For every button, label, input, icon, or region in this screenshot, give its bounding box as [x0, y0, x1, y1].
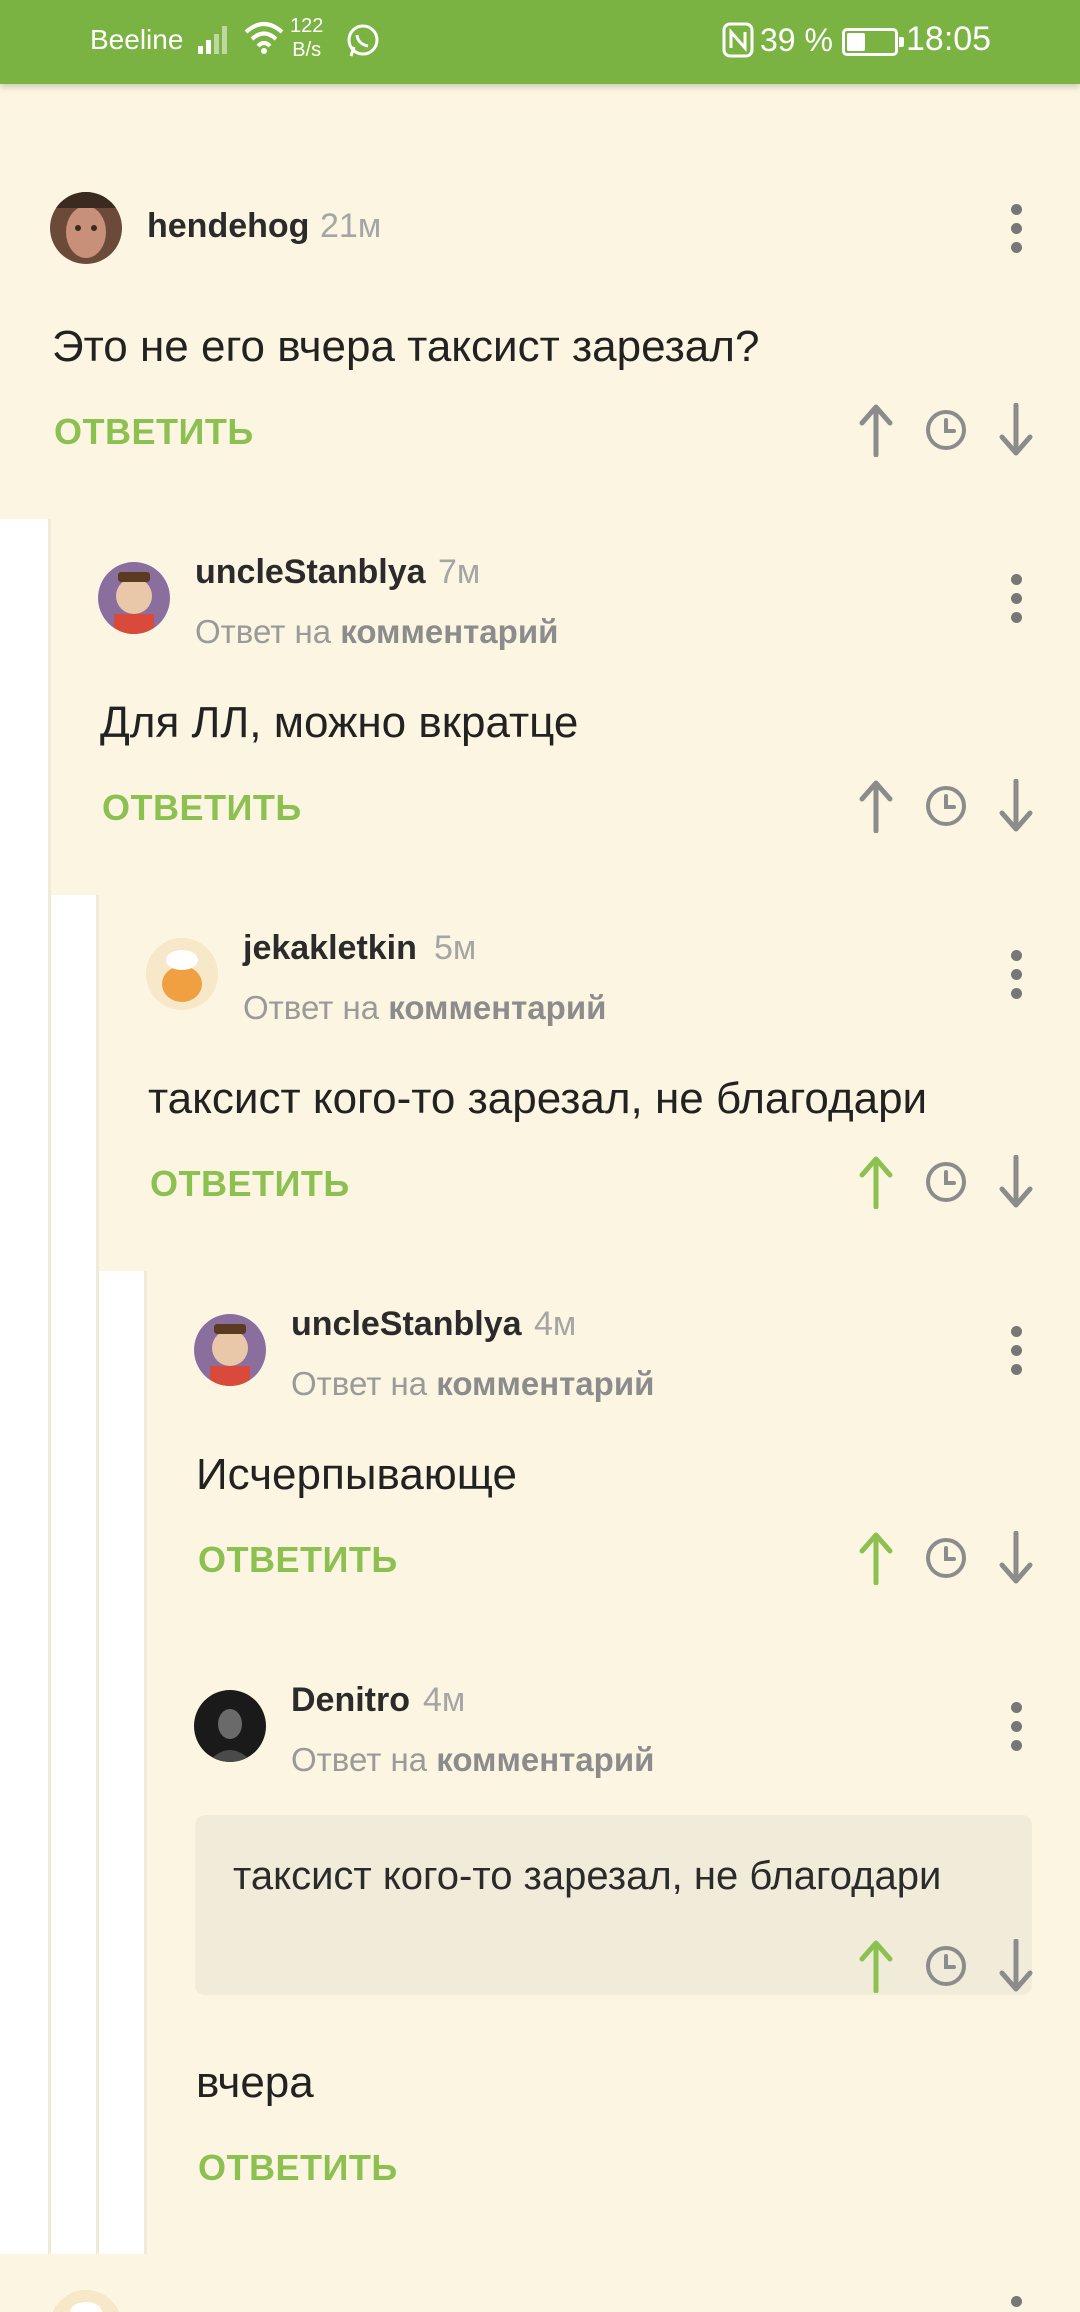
- comment-time: 21м: [320, 207, 382, 245]
- comment-author[interactable]: hendehog: [147, 207, 309, 246]
- reply-to-label: Ответ на комментарий: [243, 989, 607, 1026]
- more-options-icon[interactable]: [1011, 574, 1023, 631]
- reply-button[interactable]: ОТВЕТИТЬ: [198, 1539, 398, 1581]
- cartoon-avatar: [194, 1314, 266, 1386]
- comment-body: Исчерпывающе: [196, 1450, 517, 1499]
- upvote-icon[interactable]: [856, 403, 896, 457]
- reply-to-link[interactable]: комментарий: [388, 989, 606, 1026]
- comment-bg-level-0: [0, 84, 1080, 519]
- clock-icon[interactable]: [924, 1944, 968, 1988]
- comment-body: таксист кого-то зарезал, не благодари: [148, 1074, 928, 1123]
- more-options-icon[interactable]: [1011, 1326, 1023, 1383]
- more-options-icon[interactable]: [1011, 2296, 1023, 2312]
- comment-bg-next: [0, 2254, 1080, 2312]
- clock-icon[interactable]: [924, 408, 968, 452]
- downvote-icon[interactable]: [996, 1155, 1036, 1209]
- upvote-icon[interactable]: [856, 1155, 896, 1209]
- comment-body: вчера: [196, 2058, 314, 2107]
- reply-button[interactable]: ОТВЕТИТЬ: [150, 1163, 350, 1205]
- upvote-icon[interactable]: [856, 1531, 896, 1585]
- comment-author[interactable]: Denitro: [291, 1681, 410, 1720]
- avatar[interactable]: [98, 562, 170, 634]
- whatsapp-icon: [347, 24, 379, 57]
- downvote-icon[interactable]: [996, 1939, 1036, 1993]
- upvote-icon[interactable]: [856, 779, 896, 833]
- comment-author[interactable]: uncleStanblya: [195, 553, 426, 592]
- clock-icon[interactable]: [924, 1536, 968, 1580]
- reply-to-link[interactable]: комментарий: [436, 1741, 654, 1778]
- wifi-icon: [244, 22, 284, 54]
- reply-to-link[interactable]: комментарий: [436, 1365, 654, 1402]
- more-options-icon[interactable]: [1011, 1702, 1023, 1759]
- cartoon-avatar: [98, 562, 170, 634]
- reply-to-label: Ответ на комментарий: [291, 1741, 655, 1778]
- avatar[interactable]: [194, 1314, 266, 1386]
- comment-author[interactable]: uncleStanblya: [291, 1305, 522, 1344]
- more-options-icon[interactable]: [1011, 950, 1023, 1007]
- upvote-icon[interactable]: [856, 1939, 896, 1993]
- nfc-icon: [722, 22, 754, 58]
- clock: 18:05: [906, 20, 992, 58]
- clock-icon[interactable]: [924, 784, 968, 828]
- user-photo-avatar: [50, 192, 122, 264]
- thread-line[interactable]: [96, 895, 99, 2254]
- quoted-text: таксист кого-то зарезал, не благодари: [195, 1815, 1032, 1995]
- status-bar: Beeline 122 B/s 39 % 18:05: [0, 0, 1080, 84]
- comment-time: 7м: [438, 553, 481, 591]
- reply-button[interactable]: ОТВЕТИТЬ: [102, 787, 302, 829]
- more-options-icon[interactable]: [1011, 204, 1023, 261]
- downvote-icon[interactable]: [996, 403, 1036, 457]
- thread-line[interactable]: [0, 84, 4, 520]
- reply-to-label: Ответ на комментарий: [291, 1365, 655, 1402]
- comment-time: 4м: [534, 1305, 577, 1343]
- reply-button[interactable]: ОТВЕТИТЬ: [198, 2147, 398, 2189]
- comment-body: Для ЛЛ, можно вкратце: [100, 698, 579, 747]
- thread-line[interactable]: [144, 1271, 147, 2254]
- reply-to-label: Ответ на комментарий: [195, 613, 559, 650]
- avatar[interactable]: [50, 192, 122, 264]
- reply-to-link[interactable]: комментарий: [340, 613, 558, 650]
- reply-button[interactable]: ОТВЕТИТЬ: [54, 411, 254, 453]
- network-speed: 122 B/s: [290, 15, 324, 61]
- comment-author[interactable]: jekakletkin: [243, 929, 417, 968]
- signal-icon: [198, 26, 227, 54]
- downvote-icon[interactable]: [996, 1531, 1036, 1585]
- battery-percent: 39 %: [760, 22, 833, 58]
- battery-level: [847, 33, 865, 51]
- comment-time: 5м: [434, 929, 477, 967]
- clock-icon[interactable]: [924, 1160, 968, 1204]
- cartoon-avatar: [146, 938, 218, 1010]
- dark-photo-avatar: [194, 1690, 266, 1762]
- battery-icon: [842, 28, 904, 56]
- avatar[interactable]: [146, 938, 218, 1010]
- thread-line[interactable]: [48, 519, 51, 2254]
- carrier-label: Beeline: [90, 24, 184, 55]
- comment-time: 4м: [423, 1681, 466, 1719]
- comment-body: Это не его вчера таксист зарезал?: [52, 322, 760, 371]
- avatar[interactable]: [194, 1690, 266, 1762]
- downvote-icon[interactable]: [996, 779, 1036, 833]
